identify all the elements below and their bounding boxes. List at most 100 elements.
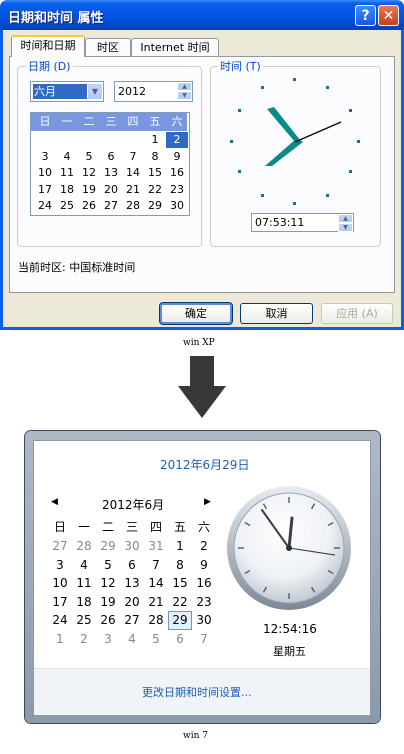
- chevron-down-icon[interactable]: ▼: [87, 83, 103, 100]
- change-settings-link[interactable]: 更改日期和时间设置...: [142, 684, 252, 700]
- calendar-day[interactable]: 10: [34, 165, 56, 181]
- ok-button[interactable]: 确定: [159, 302, 233, 325]
- calendar-day[interactable]: 5: [78, 149, 100, 165]
- year-spinner[interactable]: 2012 ▲ ▼: [114, 81, 193, 102]
- time-spin-buttons[interactable]: ▲ ▼: [338, 214, 353, 233]
- calendar-day[interactable]: 4: [120, 630, 144, 649]
- calendar-day[interactable]: 7: [122, 149, 144, 165]
- calendar-day[interactable]: 3: [34, 149, 56, 165]
- calendar-day[interactable]: 2: [166, 132, 188, 148]
- calendar-day[interactable]: 26: [96, 611, 120, 630]
- spin-down-icon[interactable]: ▼: [177, 91, 192, 100]
- full-date-link[interactable]: 2012年6月29日: [160, 456, 249, 473]
- time-spinner[interactable]: 07:53:11 ▲ ▼: [251, 213, 354, 232]
- calendar-day[interactable]: 29: [96, 537, 120, 556]
- calendar-day[interactable]: 23: [166, 182, 188, 198]
- calendar-day[interactable]: 22: [168, 593, 192, 612]
- calendar-day[interactable]: 24: [34, 198, 56, 214]
- calendar-day[interactable]: 27: [120, 611, 144, 630]
- calendar-day[interactable]: 17: [34, 182, 56, 198]
- calendar-day[interactable]: 18: [72, 593, 96, 612]
- calendar-day[interactable]: 19: [78, 182, 100, 198]
- calendar-day[interactable]: 30: [120, 537, 144, 556]
- calendar-day[interactable]: 21: [122, 182, 144, 198]
- spin-up-icon[interactable]: ▲: [338, 214, 353, 223]
- apply-button[interactable]: 应用 (A): [321, 303, 393, 324]
- month-select[interactable]: 六月 ▼: [30, 81, 104, 102]
- year-spin-buttons[interactable]: ▲ ▼: [177, 82, 192, 101]
- tab-date-time[interactable]: 时间和日期: [11, 35, 85, 57]
- calendar-day[interactable]: 11: [72, 574, 96, 593]
- calendar-day[interactable]: 5: [144, 630, 168, 649]
- calendar-day[interactable]: 25: [72, 611, 96, 630]
- help-button[interactable]: ?: [355, 5, 376, 26]
- next-month-icon[interactable]: ▶: [204, 497, 211, 507]
- calendar-day[interactable]: 21: [144, 593, 168, 612]
- calendar-day[interactable]: 19: [96, 593, 120, 612]
- calendar-day[interactable]: 8: [168, 556, 192, 575]
- calendar-day[interactable]: 3: [48, 556, 72, 575]
- calendar-day[interactable]: 1: [168, 537, 192, 556]
- tab-timezone[interactable]: 时区: [85, 38, 131, 56]
- month-title[interactable]: 2012年6月: [102, 496, 164, 513]
- calendar-day[interactable]: 17: [48, 593, 72, 612]
- calendar-day[interactable]: 12: [78, 165, 100, 181]
- calendar-day[interactable]: 15: [168, 574, 192, 593]
- calendar-day[interactable]: 31: [144, 537, 168, 556]
- calendar-day[interactable]: 20: [100, 182, 122, 198]
- weekday-header: 四: [149, 520, 162, 534]
- calendar-day[interactable]: 2: [72, 630, 96, 649]
- down-arrow-icon: [178, 356, 226, 418]
- calendar-day[interactable]: 13: [100, 165, 122, 181]
- calendar-day[interactable]: 20: [120, 593, 144, 612]
- spin-up-icon[interactable]: ▲: [177, 82, 192, 91]
- calendar-day[interactable]: 27: [100, 198, 122, 214]
- calendar-day[interactable]: 4: [56, 149, 78, 165]
- calendar-day[interactable]: 13: [120, 574, 144, 593]
- tab-internet-time[interactable]: Internet 时间: [131, 38, 219, 56]
- calendar-day[interactable]: 11: [56, 165, 78, 181]
- prev-month-icon[interactable]: ◀: [51, 497, 58, 507]
- calendar-day[interactable]: 1: [48, 630, 72, 649]
- close-button[interactable]: ✕: [378, 5, 399, 26]
- calendar-day[interactable]: 2: [192, 537, 216, 556]
- calendar-day[interactable]: 4: [72, 556, 96, 575]
- calendar-day[interactable]: 29: [144, 198, 166, 214]
- calendar-day[interactable]: 6: [100, 149, 122, 165]
- calendar-day[interactable]: 14: [122, 165, 144, 181]
- calendar-day[interactable]: 26: [78, 198, 100, 214]
- calendar-day[interactable]: 7: [192, 630, 216, 649]
- calendar-day[interactable]: 8: [144, 149, 166, 165]
- calendar-day[interactable]: 28: [122, 198, 144, 214]
- cancel-button[interactable]: 取消: [240, 303, 313, 324]
- calendar-day-today[interactable]: 29: [168, 611, 192, 630]
- calendar-day[interactable]: 25: [56, 198, 78, 214]
- calendar-day[interactable]: 6: [120, 556, 144, 575]
- calendar-day[interactable]: 7: [144, 556, 168, 575]
- calendar-day[interactable]: 14: [144, 574, 168, 593]
- calendar-day[interactable]: 10: [48, 574, 72, 593]
- calendar-day[interactable]: 1: [144, 132, 166, 148]
- calendar-day[interactable]: 3: [96, 630, 120, 649]
- calendar-day[interactable]: 5: [96, 556, 120, 575]
- calendar-day[interactable]: 23: [192, 593, 216, 612]
- calendar-day[interactable]: 16: [192, 574, 216, 593]
- calendar-day[interactable]: 24: [48, 611, 72, 630]
- calendar-day[interactable]: 9: [192, 556, 216, 575]
- calendar-day[interactable]: 12: [96, 574, 120, 593]
- win7-calendar[interactable]: 日一二三四五六 27 28 29 30 31 1 2 3 4 5 6 7 8 9 10 11 12 13 14 15 16…: [48, 518, 218, 646]
- calendar-day[interactable]: 9: [166, 149, 188, 165]
- calendar-day[interactable]: 30: [192, 611, 216, 630]
- calendar-day[interactable]: 16: [166, 165, 188, 181]
- month-calendar[interactable]: 日一二三四五六 1 2 3 4 5 6 7 8 9 10 11 12 13 14 15 16 17 18 19 20 21…: [30, 112, 190, 216]
- calendar-day[interactable]: 6: [168, 630, 192, 649]
- calendar-day[interactable]: 27: [48, 537, 72, 556]
- calendar-day[interactable]: 18: [56, 182, 78, 198]
- calendar-day[interactable]: 28: [72, 537, 96, 556]
- calendar-day[interactable]: 28: [144, 611, 168, 630]
- calendar-day[interactable]: 22: [144, 182, 166, 198]
- calendar-day[interactable]: 15: [144, 165, 166, 181]
- spin-down-icon[interactable]: ▼: [338, 223, 353, 232]
- calendar-day[interactable]: 30: [166, 198, 188, 214]
- clock-hands-icon: [230, 78, 360, 205]
